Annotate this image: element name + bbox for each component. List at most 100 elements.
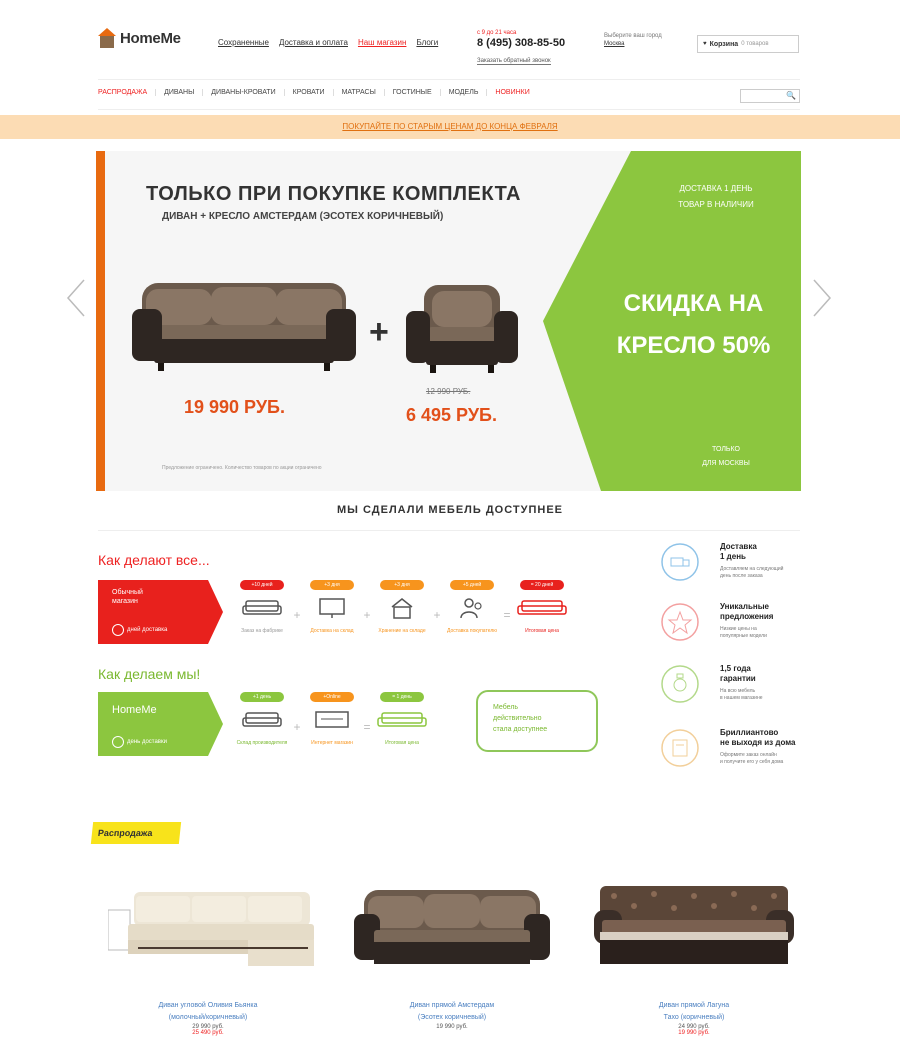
feature-home-title: Бриллиантово не выходя из дома <box>720 728 820 748</box>
hero-banner[interactable]: ТОЛЬКО ПРИ ПОКУПКЕ КОМПЛЕКТА ДИВАН + КРЕ… <box>96 151 801 491</box>
banner-delivery-line2: ТОВАР В НАЛИЧИИ <box>678 200 754 209</box>
website-icon <box>315 711 349 728</box>
feature-title-line1: 1,5 года <box>720 664 751 673</box>
plus-icon: + <box>293 608 301 622</box>
clock-icon <box>112 736 124 748</box>
header-divider <box>98 79 800 80</box>
city-selector: Выберите ваш город Москва <box>604 32 684 48</box>
step-caption: Хранение на складе <box>378 628 426 634</box>
product-name[interactable]: Диван прямой Амстердам (Эсотех коричневый… <box>352 1000 552 1024</box>
others-step-total: = 20 дней Итоговая цена <box>514 580 570 635</box>
chair-price: 6 495 РУБ. <box>406 405 497 425</box>
product-name-line2[interactable]: (молочный/коричневый) <box>108 1012 308 1024</box>
feature-unique-title: Уникальные предложения <box>720 602 820 622</box>
others-step-customer: +5 дней Доставка покупателю <box>444 580 500 635</box>
callback-link[interactable]: Заказать обратный звонок <box>477 58 551 65</box>
carousel-prev-icon[interactable] <box>66 278 86 318</box>
step-caption: Итоговая цена <box>525 628 559 634</box>
regular-store-label: Обычный магазин <box>112 588 143 606</box>
logo[interactable]: HomeMe <box>98 28 181 48</box>
phone-number[interactable]: 8 (495) 308-85-50 <box>477 37 589 49</box>
top-nav-blog[interactable]: Блоги <box>416 38 438 47</box>
equals-icon: = <box>363 720 371 734</box>
step-badge: = 20 дней <box>520 580 564 590</box>
monitor-icon <box>319 598 345 618</box>
top-nav: Сохраненные Доставка и оплата Наш магази… <box>218 38 438 47</box>
product-name-line2[interactable]: (Эсотех коричневый) <box>352 1012 552 1024</box>
cart-button[interactable]: ♥ Корзина 0 товаров <box>697 35 799 53</box>
main-nav-mattresses[interactable]: МАТРАСЫ <box>334 89 385 96</box>
equals-icon: = <box>503 608 511 622</box>
banner-title: ТОЛЬКО ПРИ ПОКУПКЕ КОМПЛЕКТА <box>146 183 521 205</box>
product-image-laguna[interactable] <box>594 884 794 974</box>
search-icon[interactable]: 🔍 <box>786 91 796 100</box>
step-badge: +3 дня <box>380 580 424 590</box>
step-caption: Доставка покупателю <box>447 628 497 634</box>
product-name[interactable]: Диван прямой Лагуна Тахо (коричневый) <box>594 1000 794 1024</box>
section-title: МЫ СДЕЛАЛИ МЕБЕЛЬ ДОСТУПНЕЕ <box>336 504 563 516</box>
banner-discount-line1: СКИДКА НА <box>623 290 764 317</box>
cart-label: Корзина <box>709 40 739 48</box>
product-image-amsterdam[interactable] <box>354 886 550 972</box>
feature-warranty-text: На всю мебель в нашем магазине <box>720 688 820 702</box>
main-nav-new[interactable]: НОВИНКИ <box>487 89 537 96</box>
affordable-bubble-text: Мебель действительно стала доступнее <box>493 702 547 735</box>
city-link[interactable]: Москва <box>604 40 684 48</box>
nav-divider <box>98 109 800 110</box>
feature-warranty: 1,5 года гарантии На всю мебель в нашем ма… <box>660 664 820 724</box>
product-sale-price: 25 490 руб. <box>192 1030 224 1036</box>
feature-delivery: Доставка 1 день Доставляем на следующий де… <box>660 542 820 602</box>
sofa-icon <box>242 600 282 615</box>
banner-region-text: ТОЛЬКО ДЛЯ МОСКВЫ <box>676 443 776 471</box>
product-name-line1[interactable]: Диван угловой Оливия Бьянка <box>108 1000 308 1012</box>
homeme-days: день доставки <box>112 736 167 748</box>
banner-region-line1: ТОЛЬКО <box>712 446 740 453</box>
search-input[interactable]: 🔍 <box>740 89 800 103</box>
main-nav-beds[interactable]: КРОВАТИ <box>285 89 334 96</box>
main-nav-living[interactable]: ГОСТИНЫЕ <box>385 89 441 96</box>
phone-hours: с 9 до 21 часа <box>477 30 517 36</box>
product-name-line1[interactable]: Диван прямой Амстердам <box>352 1000 552 1012</box>
step-badge: +1 день <box>240 692 284 702</box>
sofa-red-icon <box>517 600 567 615</box>
banner-note: Предложение ограничено. Количество товар… <box>162 465 322 471</box>
step-caption: Доставка на склад <box>310 628 354 634</box>
banner-discount-line2: КРЕСЛО 50% <box>616 332 771 359</box>
main-nav-sofas[interactable]: ДИВАНЫ <box>156 89 204 96</box>
product-name-line1[interactable]: Диван прямой Лагуна <box>594 1000 794 1012</box>
product-name[interactable]: Диван угловой Оливия Бьянка (молочный/кор… <box>108 1000 308 1024</box>
banner-delivery-text: ДОСТАВКА 1 ДЕНЬ ТОВАР В НАЛИЧИИ <box>646 181 786 213</box>
banner-discount-text: СКИДКА НА КРЕСЛО 50% <box>586 283 801 367</box>
section-divider <box>98 530 800 531</box>
feature-title-line2: 1 день <box>720 552 746 561</box>
product-image-corner-sofa[interactable] <box>108 884 314 974</box>
carousel-next-icon[interactable] <box>812 278 832 318</box>
home-icon <box>661 729 699 767</box>
feature-title-line1: Бриллиантово <box>720 728 779 737</box>
bubble-line3: стала доступнее <box>493 726 548 733</box>
product-name-line2[interactable]: Тахо (коричневый) <box>594 1012 794 1024</box>
promo-strip[interactable]: ПОКУПАЙТЕ ПО СТАРЫМ ЦЕНАМ ДО КОНЦА ФЕВРА… <box>0 115 900 139</box>
logo-house-icon <box>98 28 116 48</box>
main-nav-sale[interactable]: РАСПРОДАЖА <box>98 89 157 96</box>
feature-title-line1: Уникальные <box>720 602 769 611</box>
top-nav-saved[interactable]: Сохраненные <box>218 38 269 47</box>
logo-text: HomeMe <box>120 29 181 47</box>
banner-plus-sign: + <box>369 313 389 351</box>
product-price: 19 990 руб. <box>436 1024 468 1030</box>
feature-text-line2: и получите его у себя дома <box>720 759 784 765</box>
banner-accent-bar <box>96 151 105 491</box>
step-caption: Интернет магазин <box>311 740 353 746</box>
feature-unique: Уникальные предложения Низкие цены на попу… <box>660 602 820 662</box>
regular-store-line2: магазин <box>112 598 138 605</box>
step-badge: +5 дней <box>450 580 494 590</box>
feature-delivery-text: Доставляем на следующий день после заказа <box>720 566 820 580</box>
phone-box: с 9 до 21 часа 8 (495) 308-85-50 Заказат… <box>477 30 589 68</box>
top-nav-store[interactable]: Наш магазин <box>358 38 406 47</box>
feature-title-line2: предложения <box>720 612 774 621</box>
top-nav-delivery[interactable]: Доставка и оплата <box>279 38 348 47</box>
main-nav-model[interactable]: МОДЕЛЬ <box>441 89 488 96</box>
sofa-green-icon <box>377 712 427 727</box>
sofa-icon <box>242 712 282 727</box>
main-nav-sofa-beds[interactable]: ДИВАНЫ-КРОВАТИ <box>203 89 285 96</box>
